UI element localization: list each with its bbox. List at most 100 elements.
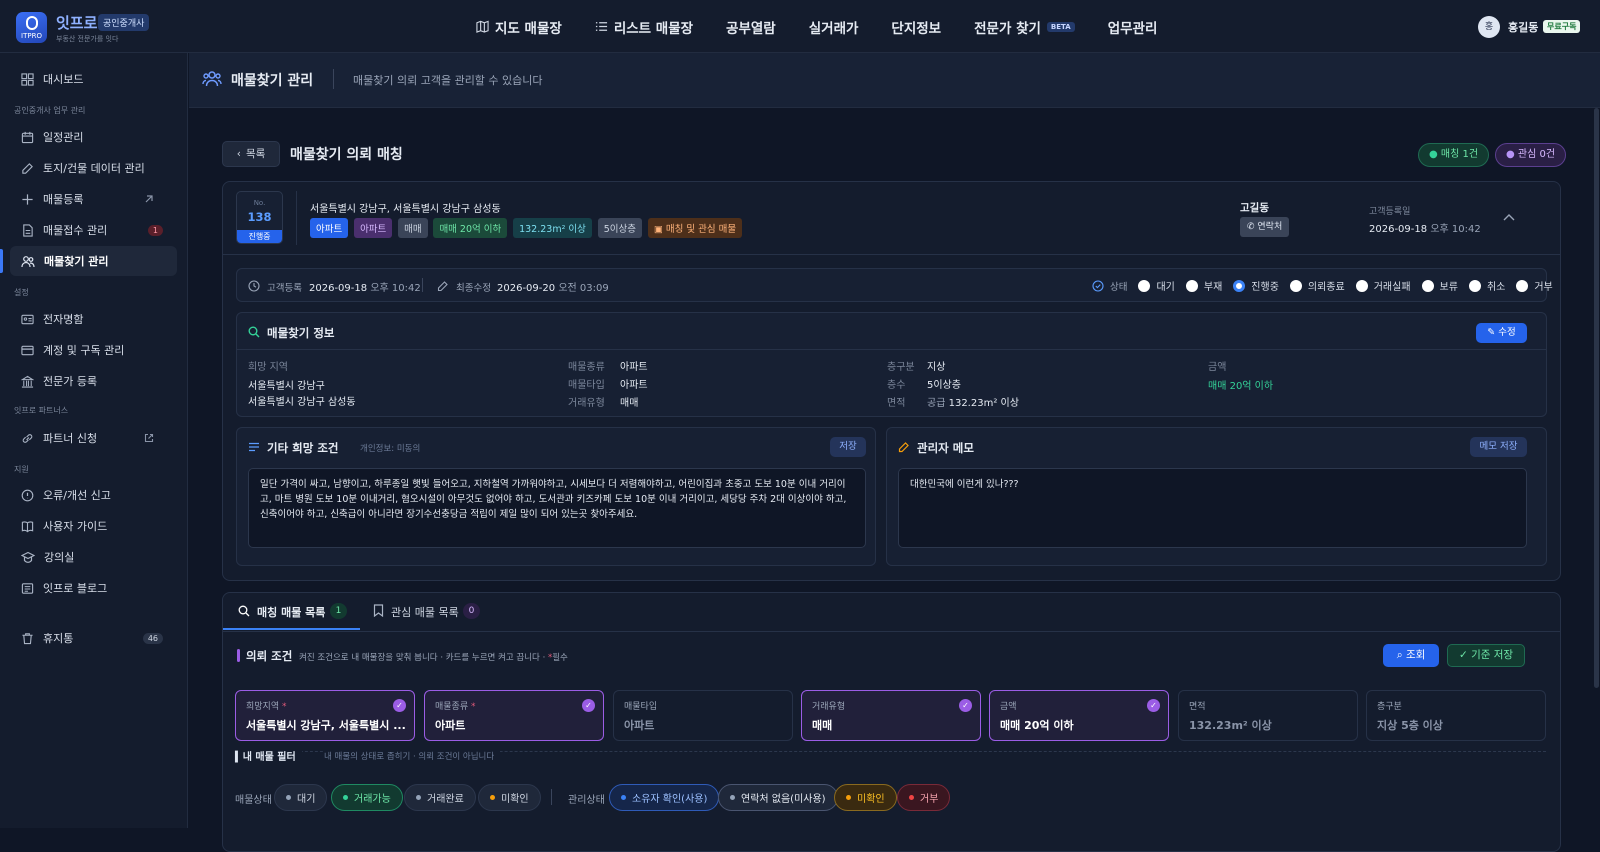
status-radio-closed[interactable]: 의뢰종료	[1289, 278, 1345, 293]
plan-badge[interactable]: 무료구독	[1543, 20, 1581, 33]
bookmark-icon	[373, 604, 384, 617]
type-label: 매물종류	[568, 362, 605, 373]
scrollbar[interactable]	[1594, 108, 1599, 688]
mod-datetime: 2026-09-20 오전 03:09	[497, 283, 609, 294]
user-name[interactable]: 홍길동	[1508, 19, 1538, 35]
price-value: 매매 20억 이하	[1208, 381, 1274, 392]
beta-badge: BETA	[1046, 21, 1075, 32]
nav-real-price[interactable]: 실거래가	[809, 17, 859, 37]
contact-button[interactable]: ✆ 연락처	[1240, 217, 1290, 237]
sidebar-item-account-subscription[interactable]: 계정 및 구독 관리	[10, 335, 177, 365]
nav-public-records[interactable]: 공부열람	[726, 17, 776, 37]
avatar[interactable]: 홍	[1478, 16, 1500, 38]
phone-icon: ✆	[1247, 222, 1258, 232]
divider	[333, 69, 334, 89]
criteria-card-deal-type[interactable]: 거래유형 ✓ 매매	[801, 690, 981, 741]
sidebar-item-schedule[interactable]: 일정관리	[10, 122, 177, 152]
filter-chip-unverified[interactable]: 미확인	[834, 784, 897, 811]
criteria-description: 켜진 조건으로 내 매물장을 맞춰 봅니다 · 카드를 누르면 켜고 끕니다 ·…	[299, 653, 568, 663]
save-conditions-button[interactable]: 저장	[830, 437, 866, 457]
tab-matching-listings[interactable]: 매칭 매물 목록 1	[223, 593, 360, 630]
nav-find-expert[interactable]: 전문가 찾기 BETA	[974, 17, 1075, 37]
graduation-cap-icon	[21, 551, 35, 563]
status-radio-cancel[interactable]: 취소	[1468, 278, 1505, 293]
manage-status-label: 관리상태	[568, 795, 605, 806]
check-circle-icon	[1092, 279, 1104, 292]
region-value: 서울특별시 강남구 삼성동	[248, 397, 356, 408]
sidebar-item-partner-apply[interactable]: 파트너 신청	[10, 423, 177, 453]
status-radio-failed[interactable]: 거래실패	[1355, 278, 1411, 293]
accent-bar	[237, 649, 240, 662]
sidebar-item-find-listing[interactable]: 매물찾기 관리	[10, 246, 177, 276]
status-radio-refuse[interactable]: 거부	[1516, 278, 1553, 293]
sidebar-item-blog[interactable]: 잇프로 블로그	[10, 573, 177, 603]
edit-button[interactable]: ✎ 수정	[1476, 323, 1527, 343]
match-count-badge[interactable]: ● 매칭 1건	[1418, 143, 1490, 167]
sidebar-item-classroom[interactable]: 강의실	[10, 542, 177, 572]
filter-chip-refused[interactable]: 거부	[897, 784, 951, 811]
criteria-card-area[interactable]: 면적 132.23m² 이상	[1178, 690, 1358, 741]
nav-list-listings[interactable]: 리스트 매물장	[595, 17, 693, 37]
section-title: 기타 희망 조건	[267, 441, 339, 455]
sidebar-item-land-building-data[interactable]: 토지/건물 데이터 관리	[10, 153, 177, 183]
sidebar-item-user-guide[interactable]: 사용자 가이드	[10, 511, 177, 541]
edit-icon	[22, 162, 33, 174]
floors-value: 5이상층	[927, 380, 961, 391]
criteria-card-region[interactable]: 희망지역 * ✓ 서울특별시 강남구, 서울특별시 ...	[235, 690, 415, 741]
search-icon	[248, 326, 260, 338]
status-radio-hold[interactable]: 보류	[1421, 278, 1458, 293]
chevron-up-icon[interactable]	[1503, 213, 1515, 221]
status-radio-absent[interactable]: 부재	[1185, 278, 1222, 293]
link-icon	[22, 433, 33, 443]
brand-name[interactable]: 잇프로	[56, 12, 97, 33]
interest-count-badge[interactable]: ● 관심 0건	[1495, 143, 1567, 167]
conditions-textarea[interactable]: 일단 가격이 싸고, 남향이고, 하루종일 햇빛 들어오고, 지하철역 가까워야…	[248, 468, 866, 548]
sidebar: 대시보드 공인중개사 업무 관리 일정관리 토지/건물 데이터 관리 매물등록 …	[0, 53, 188, 828]
detail-title: 매물찾기 의뢰 매칭	[290, 147, 403, 163]
filter-chip-available[interactable]: 거래가능	[331, 784, 403, 811]
sidebar-item-listing-intake[interactable]: 매물접수 관리 1	[10, 215, 177, 245]
search-button[interactable]: ⌕ 조회	[1383, 644, 1439, 667]
map-icon	[476, 20, 489, 33]
external-link-icon	[144, 433, 154, 443]
sidebar-item-label: 토지/건물 데이터 관리	[43, 162, 145, 175]
sidebar-item-register-listing[interactable]: 매물등록	[10, 184, 177, 214]
sidebar-item-expert-registration[interactable]: 전문가 등록	[10, 366, 177, 396]
criteria-card-property-type[interactable]: 매물종류 * ✓ 아파트	[424, 690, 604, 741]
request-number-label: No.	[253, 199, 266, 207]
sidebar-item-report-issue[interactable]: 오류/개선 신고	[10, 480, 177, 510]
brand-badge: 공인중개사	[98, 14, 150, 31]
status-radio-waiting[interactable]: 대기	[1138, 278, 1175, 293]
filter-chip-completed[interactable]: 거래완료	[404, 784, 476, 811]
sidebar-item-trash[interactable]: 휴지통 46	[10, 623, 177, 653]
save-memo-button[interactable]: 메모 저장	[1470, 437, 1527, 457]
save-criteria-button[interactable]: ✓ 기준 저장	[1447, 644, 1525, 667]
main-nav: 지도 매물장 리스트 매물장 공부열람 실거래가 단지정보 전문가 찾기 BETA…	[476, 0, 1190, 53]
brand-tagline: 부동산 전문가를 잇다	[56, 35, 119, 43]
filter-chip-unconfirmed[interactable]: 미확인	[478, 784, 541, 811]
filter-chip-owner-confirmed[interactable]: 소유자 확인(사용)	[609, 784, 720, 811]
criteria-card-property-subtype[interactable]: 매물타입 아파트	[613, 690, 793, 741]
nav-complex-info[interactable]: 단지정보	[891, 17, 941, 37]
search-icon	[238, 605, 250, 617]
sidebar-item-label: 매물찾기 관리	[44, 255, 109, 268]
logo-icon[interactable]: ITPRO	[16, 12, 47, 43]
filter-chip-waiting[interactable]: 대기	[274, 784, 328, 811]
main-content: ‹ 목록 매물찾기 의뢰 매칭 ● 매칭 1건 ● 관심 0건 No. 138 진…	[189, 108, 1600, 852]
criteria-card-floor[interactable]: 층구분 지상 5층 이상	[1366, 690, 1546, 741]
status-radio-in-progress[interactable]: 진행중	[1233, 278, 1279, 293]
sidebar-item-dashboard[interactable]: 대시보드	[10, 64, 177, 94]
sidebar-item-label: 전자명함	[43, 313, 84, 326]
back-to-list-button[interactable]: ‹ 목록	[222, 141, 280, 167]
filter-chip-no-contact[interactable]: 연락처 없음(미사용)	[718, 784, 838, 811]
sidebar-item-business-card[interactable]: 전자명함	[10, 304, 177, 334]
tag-area: 132.23m² 이상	[513, 218, 592, 238]
tab-interest-listings[interactable]: 관심 매물 목록 0	[371, 593, 506, 630]
reg-datetime: 2026-09-18 오후 10:42	[309, 283, 421, 294]
edit-icon	[898, 442, 909, 453]
criteria-card-price[interactable]: 금액 ✓ 매매 20억 이하	[989, 690, 1169, 741]
memo-textarea[interactable]: 대한민국에 이런게 있나???	[898, 468, 1527, 548]
nav-work-management[interactable]: 업무관리	[1108, 17, 1158, 37]
nav-map-listings[interactable]: 지도 매물장	[476, 17, 562, 37]
sidebar-item-label: 잇프로 블로그	[43, 582, 108, 595]
